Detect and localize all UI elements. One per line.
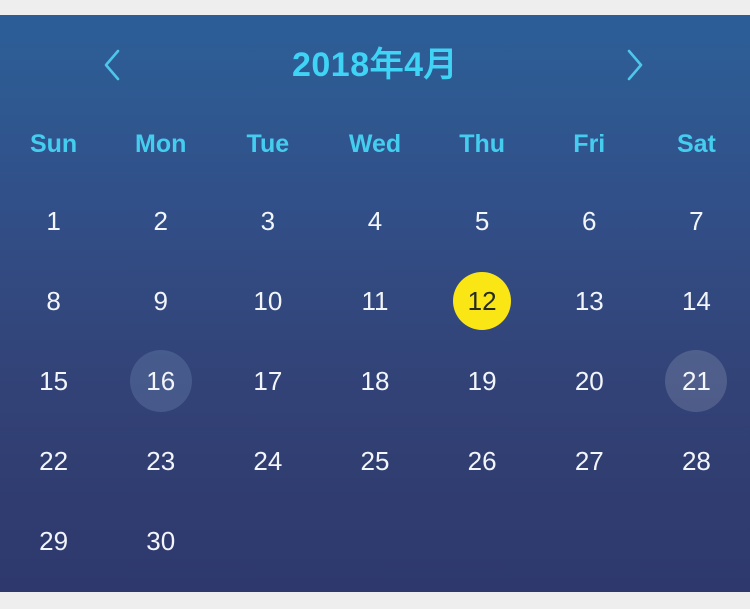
next-month-button[interactable]: [613, 43, 657, 87]
day-cell[interactable]: 1: [0, 181, 107, 261]
day-cell[interactable]: 15: [0, 341, 107, 421]
day-cell[interactable]: 12: [429, 261, 536, 341]
day-number: 20: [574, 366, 604, 396]
day-number: 26: [467, 446, 497, 476]
day-cell[interactable]: 14: [643, 261, 750, 341]
day-cell[interactable]: 21: [643, 341, 750, 421]
day-cell[interactable]: 22: [0, 421, 107, 501]
day-number: 12: [467, 286, 497, 316]
day-number: 30: [146, 526, 176, 556]
day-cell[interactable]: 4: [321, 181, 428, 261]
day-number: 28: [681, 446, 711, 476]
day-number: 17: [253, 366, 283, 396]
day-number: 21: [681, 366, 711, 396]
day-cell[interactable]: 8: [0, 261, 107, 341]
day-number: 25: [360, 446, 390, 476]
weekday-label-mon: Mon: [135, 129, 187, 158]
day-number: 3: [260, 206, 276, 236]
day-cell[interactable]: 19: [429, 341, 536, 421]
day-number: 14: [681, 286, 711, 316]
day-cell-empty: [536, 501, 643, 581]
weekday-label-sun: Sun: [29, 129, 78, 158]
screen: 2018年4月 Sun Mon Tue Wed Thu Fri Sat 1234567891…: [0, 0, 750, 609]
day-cell-empty: [429, 501, 536, 581]
day-cell[interactable]: 2: [107, 181, 214, 261]
weekday-label-fri: Fri: [573, 129, 606, 158]
day-cell-empty: [321, 501, 428, 581]
week-row: 29 30: [0, 501, 750, 581]
day-number: 1: [46, 206, 61, 236]
weekday-label-tue: Tue: [246, 129, 290, 158]
calendar-header: 2018年4月: [0, 15, 750, 115]
day-number: 11: [361, 286, 389, 316]
current-month-title: 2018年4月: [291, 46, 459, 84]
calendar-panel: 2018年4月 Sun Mon Tue Wed Thu Fri Sat 1234567891…: [0, 15, 750, 592]
week-row: 15 16 17 18 19 20 21: [0, 341, 750, 421]
day-cell-empty: [214, 501, 321, 581]
day-number: 27: [574, 446, 604, 476]
day-cell[interactable]: 13: [536, 261, 643, 341]
day-cell[interactable]: 30: [107, 501, 214, 581]
day-number: 7: [689, 206, 704, 236]
chevron-right-icon: [624, 48, 646, 82]
day-number: 23: [146, 446, 176, 476]
day-number: 22: [39, 446, 69, 476]
day-cell[interactable]: 28: [643, 421, 750, 501]
day-cell[interactable]: 29: [0, 501, 107, 581]
day-cell[interactable]: 23: [107, 421, 214, 501]
day-cell[interactable]: 25: [321, 421, 428, 501]
day-cell[interactable]: 10: [214, 261, 321, 341]
day-number: 18: [360, 366, 390, 396]
top-status-strip: [0, 0, 750, 15]
day-cell[interactable]: 26: [429, 421, 536, 501]
day-number: 6: [582, 206, 597, 236]
day-number: 2: [153, 206, 168, 236]
day-cell[interactable]: 5: [429, 181, 536, 261]
weekday-label-thu: Thu: [459, 129, 506, 158]
day-number: 8: [46, 286, 61, 316]
day-number: 4: [367, 206, 383, 236]
day-number: 24: [253, 446, 283, 476]
day-cell[interactable]: 18: [321, 341, 428, 421]
day-number: 15: [39, 366, 69, 396]
weekday-header-row: Sun Mon Tue Wed Thu Fri Sat: [0, 115, 750, 173]
day-cell[interactable]: 27: [536, 421, 643, 501]
day-cell[interactable]: 16: [107, 341, 214, 421]
day-number: 9: [153, 286, 168, 316]
day-cell[interactable]: 9: [107, 261, 214, 341]
day-number: 5: [474, 206, 490, 236]
day-cell[interactable]: 11: [321, 261, 428, 341]
day-number: 19: [467, 366, 497, 396]
weekday-label-wed: Wed: [348, 129, 402, 158]
weekday-label-sat: Sat: [676, 129, 716, 158]
day-cell[interactable]: 7: [643, 181, 750, 261]
date-grid: 1 2 3 4 5 6 7 8 9 10 11 12 13 14 15 16 17 18 19 20 21 22 23 24 2…: [0, 173, 750, 581]
previous-month-button[interactable]: [90, 43, 134, 87]
week-row: 1 2 3 4 5 6 7: [0, 181, 750, 261]
day-cell[interactable]: 24: [214, 421, 321, 501]
bottom-strip: [0, 592, 750, 609]
day-cell[interactable]: 20: [536, 341, 643, 421]
day-number: 29: [39, 526, 69, 556]
week-row: 22 23 24 25 26 27 28: [0, 421, 750, 501]
day-cell[interactable]: 6: [536, 181, 643, 261]
day-number: 16: [146, 366, 176, 396]
day-number: 13: [574, 286, 604, 316]
day-cell-empty: [643, 501, 750, 581]
day-cell[interactable]: 17: [214, 341, 321, 421]
week-row: 8 9 10 11 12 13 14: [0, 261, 750, 341]
day-cell[interactable]: 3: [214, 181, 321, 261]
chevron-left-icon: [101, 48, 123, 82]
day-number: 10: [253, 286, 283, 316]
